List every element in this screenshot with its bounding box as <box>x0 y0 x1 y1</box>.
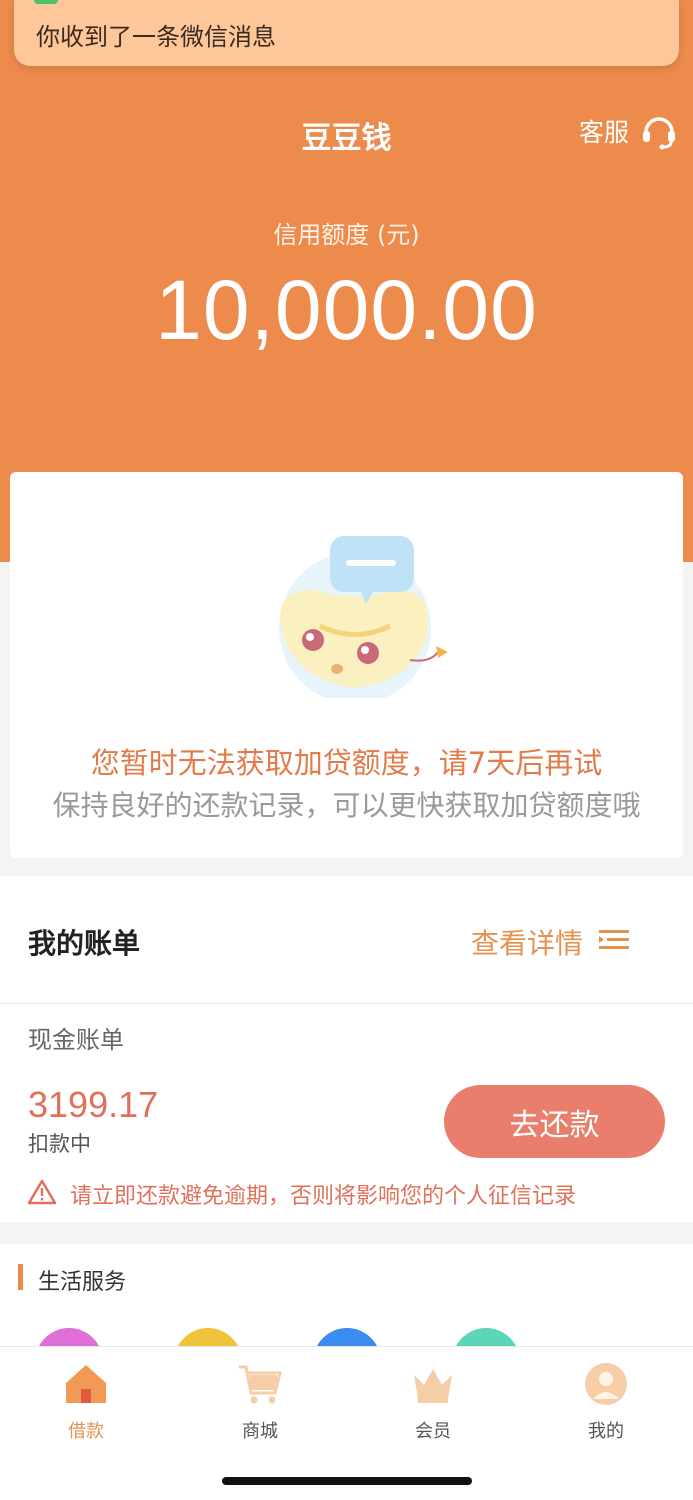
list-icon[interactable] <box>599 928 629 952</box>
tab-mall[interactable]: 商城 <box>200 1361 320 1443</box>
tab-membership[interactable]: 会员 <box>373 1361 493 1443</box>
home-indicator[interactable] <box>222 1477 472 1485</box>
divider <box>0 1003 693 1004</box>
home-icon <box>66 1365 106 1403</box>
tab-label: 借款 <box>68 1421 104 1442</box>
notice-sub-message: 保持良好的还款记录，可以更快获取加贷额度哦 <box>52 789 641 822</box>
warning-icon <box>28 1179 56 1205</box>
user-icon <box>585 1363 627 1405</box>
bean-mascot-illustration <box>279 536 448 698</box>
customer-service-button[interactable]: 客服 <box>579 112 677 150</box>
tab-label: 商城 <box>242 1421 278 1442</box>
cash-bill-label: 现金账单 <box>28 1026 124 1054</box>
bill-amount: 3199.17 <box>28 1084 159 1125</box>
notice-main-message: 您暂时无法获取加贷额度，请7天后再试 <box>90 746 603 780</box>
bill-status: 扣款中 <box>28 1132 91 1156</box>
crown-icon <box>414 1369 452 1403</box>
life-services-title: 生活服务 <box>38 1270 127 1295</box>
wechat-app-icon <box>34 0 58 4</box>
repay-button[interactable]: 去还款 <box>444 1085 665 1158</box>
overdue-warning: 请立即还款避免逾期，否则将影响您的个人征信记录 <box>70 1184 577 1209</box>
loan-notice-card: 您暂时无法获取加贷额度，请7天后再试 保持良好的还款记录，可以更快获取加贷额度哦 <box>10 472 683 858</box>
my-bills-section: 我的账单 查看详情 现金账单 3199.17 扣款中 去还款 请立即还款避免逾期… <box>0 876 693 1222</box>
credit-limit-value: 10,000.00 <box>155 263 538 357</box>
tab-label: 我的 <box>588 1421 624 1442</box>
tab-label: 会员 <box>415 1421 451 1442</box>
credit-limit-label: 信用额度 (元) <box>273 221 420 249</box>
view-details-link[interactable]: 查看详情 <box>471 922 583 962</box>
headset-icon <box>643 117 675 150</box>
tab-mine[interactable]: 我的 <box>546 1361 666 1443</box>
cart-icon <box>239 1365 282 1404</box>
tab-loan[interactable]: 借款 <box>26 1361 146 1443</box>
bills-title: 我的账单 <box>28 927 141 960</box>
notification-text: 你收到了一条微信消息 <box>36 23 276 51</box>
customer-service-label: 客服 <box>578 118 629 147</box>
section-accent-bar <box>18 1264 23 1290</box>
wechat-notification-banner[interactable]: 你收到了一条微信消息 <box>14 0 679 66</box>
